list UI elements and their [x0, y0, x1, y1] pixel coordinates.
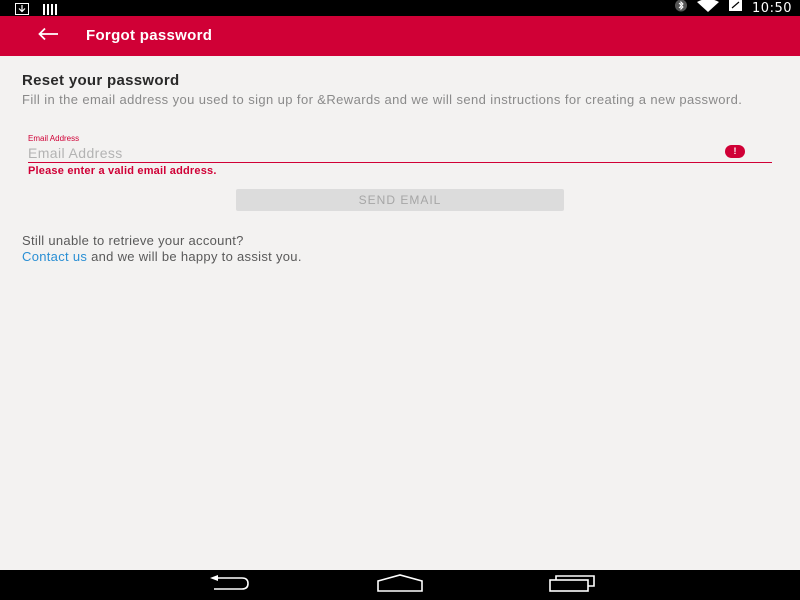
reset-password-form: Reset your password Fill in the email ad…	[0, 56, 800, 570]
recents-nav-button[interactable]	[546, 574, 598, 596]
arrow-left-icon	[37, 27, 59, 46]
send-email-button[interactable]: SEND EMAIL	[236, 189, 564, 211]
help-text: Still unable to retrieve your account?	[22, 233, 244, 248]
status-time: 10:50	[752, 0, 792, 16]
email-field[interactable]	[28, 144, 718, 162]
status-bar: 10:50	[0, 0, 800, 16]
email-error-message: Please enter a valid email address.	[28, 165, 217, 177]
help-contact-line: Contact us and we will be happy to assis…	[22, 249, 302, 264]
wifi-icon	[697, 0, 720, 17]
home-nav-button[interactable]	[374, 573, 426, 597]
back-nav-icon	[206, 574, 252, 596]
bluetooth-icon	[675, 0, 688, 17]
home-nav-icon	[376, 573, 424, 597]
back-button[interactable]	[34, 24, 62, 48]
form-description: Fill in the email address you used to si…	[22, 92, 743, 107]
error-icon: !	[725, 145, 745, 158]
back-nav-button[interactable]	[204, 574, 254, 596]
form-heading: Reset your password	[22, 72, 180, 89]
email-field-underline	[28, 162, 772, 163]
email-field-label: Email Address	[28, 134, 80, 143]
navigation-bar	[0, 570, 800, 600]
contact-us-link[interactable]: Contact us	[22, 249, 87, 264]
app-bar: Forgot password	[0, 16, 800, 56]
page-title: Forgot password	[86, 27, 213, 44]
recents-nav-icon	[548, 574, 596, 597]
battery-icon	[729, 0, 743, 17]
help-contact-rest: and we will be happy to assist you.	[87, 249, 302, 264]
